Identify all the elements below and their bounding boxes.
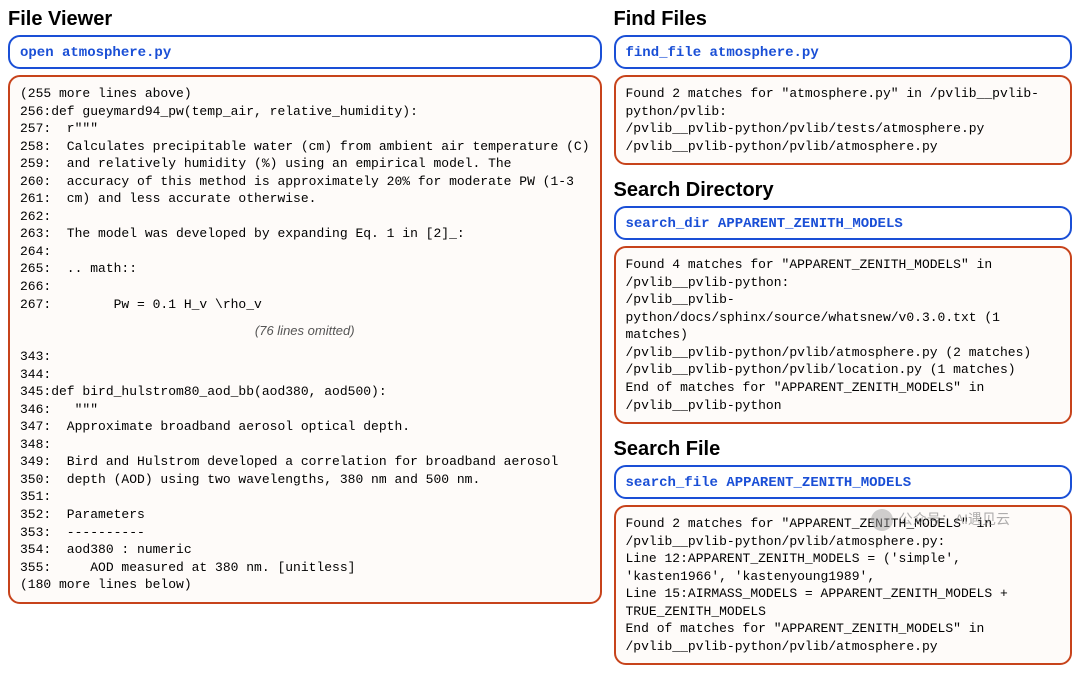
- search-file-output: Found 2 matches for "APPARENT_ZENITH_MOD…: [614, 505, 1073, 665]
- code-block-2: 343: 344: 345:def bird_hulstrom80_aod_bb…: [20, 348, 590, 576]
- omitted-note: (76 lines omitted): [20, 323, 590, 338]
- search-dir-command-box[interactable]: search_dir APPARENT_ZENITH_MODELS: [614, 206, 1073, 240]
- search-file-output-text: Found 2 matches for "APPARENT_ZENITH_MOD…: [626, 515, 1061, 655]
- search-dir-title: Search Directory: [614, 179, 1073, 202]
- find-files-output-text: Found 2 matches for "atmosphere.py" in /…: [626, 85, 1061, 155]
- find-files-command: find_file atmosphere.py: [626, 45, 819, 61]
- code-block-1: 256:def gueymard94_pw(temp_air, relative…: [20, 103, 590, 314]
- search-file-command-box[interactable]: search_file APPARENT_ZENITH_MODELS: [614, 465, 1073, 499]
- search-dir-command: search_dir APPARENT_ZENITH_MODELS: [626, 216, 903, 232]
- file-viewer-command: open atmosphere.py: [20, 45, 171, 61]
- file-viewer-title: File Viewer: [8, 8, 602, 31]
- file-viewer-command-box[interactable]: open atmosphere.py: [8, 35, 602, 69]
- find-files-title: Find Files: [614, 8, 1073, 31]
- lines-above-note: (255 more lines above): [20, 85, 590, 103]
- search-dir-output-text: Found 4 matches for "APPARENT_ZENITH_MOD…: [626, 256, 1061, 414]
- file-viewer-output: (255 more lines above) 256:def gueymard9…: [8, 75, 602, 604]
- lines-below-note: (180 more lines below): [20, 576, 590, 594]
- search-file-title: Search File: [614, 438, 1073, 461]
- find-files-output: Found 2 matches for "atmosphere.py" in /…: [614, 75, 1073, 165]
- search-dir-output: Found 4 matches for "APPARENT_ZENITH_MOD…: [614, 246, 1073, 424]
- find-files-command-box[interactable]: find_file atmosphere.py: [614, 35, 1073, 69]
- search-file-command: search_file APPARENT_ZENITH_MODELS: [626, 475, 912, 491]
